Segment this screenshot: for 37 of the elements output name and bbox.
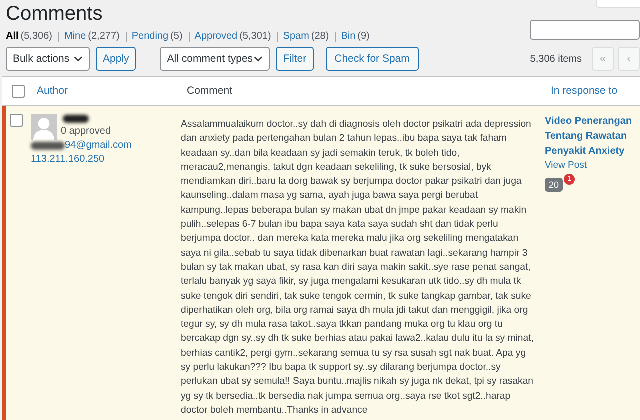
author-email-link[interactable]: 94@gmail.com — [65, 140, 132, 151]
filter-button[interactable]: Filter — [276, 47, 314, 71]
filter-link[interactable]: Approved — [188, 32, 238, 42]
filter-count: (9) — [358, 31, 370, 42]
author-column-header[interactable]: Author — [37, 85, 187, 97]
select-all-checkbox[interactable] — [12, 84, 25, 98]
filter-count: (5,301) — [240, 31, 272, 42]
filter-count: (28) — [311, 31, 330, 42]
comment-count-bubble[interactable]: 20 — [545, 178, 564, 192]
filter-link[interactable]: Spam — [277, 32, 310, 42]
approved-count: 0 approved — [61, 126, 112, 137]
filter-count: (2,277) — [88, 31, 120, 42]
author-ip-link[interactable]: 113.211.160.250 — [31, 154, 181, 165]
chevron-down-icon — [254, 56, 264, 62]
apply-button[interactable]: Apply — [96, 47, 136, 71]
bulk-actions-dropdown[interactable]: Bulk actions — [6, 47, 90, 71]
filter-link[interactable]: All — [6, 31, 19, 42]
items-count: 5,306 items — [530, 54, 582, 64]
check-for-spam-button[interactable]: Check for Spam — [326, 47, 419, 71]
filter-link[interactable]: Pending — [126, 32, 169, 42]
in-response-to-column-header[interactable]: In response to — [551, 85, 640, 97]
avatar-placeholder — [31, 114, 57, 140]
post-title-link[interactable]: Video Penerangan Tentang Rawatan Penyakit Anxiety — [545, 114, 637, 159]
search-field[interactable] — [530, 20, 640, 40]
comment-column-header: Comment — [187, 85, 234, 97]
view-post-link[interactable]: View Post — [545, 160, 637, 171]
chevron-down-icon — [74, 56, 83, 62]
filter-count: (5,306) — [20, 31, 52, 42]
comment-types-dropdown[interactable]: All comment types — [160, 47, 270, 71]
filter-link[interactable]: Mine — [58, 32, 86, 42]
row-checkbox[interactable] — [10, 114, 23, 127]
redacted-text — [31, 142, 65, 150]
filter-link[interactable]: Bin — [335, 32, 356, 42]
redacted-name — [63, 115, 89, 123]
filter-count: (5) — [170, 31, 183, 42]
page-title: Comments — [6, 2, 104, 27]
comment-text: Assalammualaikum doctor..sy dah di diagnosis oleh doctor psikatri ada depression dan anxiety pada pertengahan bulan 2 tahun lepas..ibu bapa saya tak faham keadaan sy..dan bila keadaan sy jadi semakin teruk, tk boleh tido, meracau2,menangis, takut dgn keadaan sekeliling, tk suke bersosial, byk mendiamkan diri..baru la dorg bawak sy berjumpa doctor pakar psikatri dan juga kaunseling..dalam masa yg sama, ayah juga bawa saya pergi berubat kampung..lepas beberapa bulan sy makan ubat dn jmpe pakar keadaan sy makin pulih..selepas 6-7 bulan ibu bapa saya kata saya sudah sht dan tidak perlu berjumpa doctor.. dan mereka kata mereka malu jika org sekeliling mengatakan saya ni gila..sebab tu saya tidak dibenarkan buat rawatan lagi..sekarang hampir 3 bulan sy tak makan ubat, sy rasa kan diri saya makin sakit..sye rase penat sangat, terlalu banyak yg saya fikir, sy juga mengalami kesukaran utk tido..sy dh mula tk suke tengok diri sendiri, tak suke tengok cermin, tk suke tangkap gambar, tak suke diperhatikan oleh org, bila org ramai saya dh mula jdi takut dan menggigil, jika org tegur sy, sy dh mula rasa takot..saya tkkan pandang muka org tu klau org tu bercakap dgn sy..sy dh tk suke berhias atau pakai lawa2..kalau dulu itu la sy minat, berhias cantik2, pergi gym..sekarang semua tu sy rsa susah sgt nak buat. Apa yg sy perlu lakukan??? Ibu bapa tk support sy..sy dilarang berjumpa doctor..sy perlukan ubat sy semula!! Saya buntu..majlis nikah sy juga nk dekat, tpi sy rasakan yg sy tk bersedia..tk bersedia nak jumpa semua org..saya rse tkot sgt2..harap doctor boleh membantu..Thanks in advance — [181, 118, 535, 418]
